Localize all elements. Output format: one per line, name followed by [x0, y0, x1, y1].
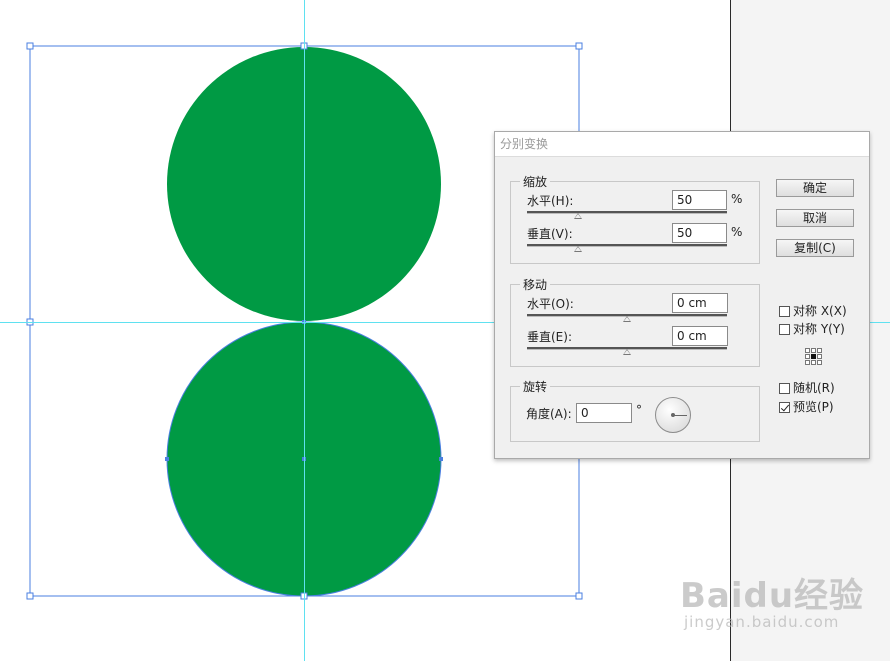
- reflect-y-checkbox-box[interactable]: [779, 324, 790, 335]
- move-vertical-slider-thumb[interactable]: [623, 349, 631, 355]
- reflect-y-label: 对称 Y(Y): [793, 322, 845, 336]
- transform-each-dialog: 分别变换 缩放 水平(H): 50 % 垂直(V): 50 % 移动 水平(O)…: [494, 131, 870, 459]
- preview-checkbox-box[interactable]: [779, 402, 790, 413]
- scale-vertical-slider-thumb[interactable]: [574, 246, 582, 252]
- dial-hub: [671, 413, 675, 417]
- guide-vertical[interactable]: [304, 0, 305, 661]
- scale-horizontal-slider-thumb[interactable]: [574, 213, 582, 219]
- scale-vertical-slider-track[interactable]: [527, 244, 727, 247]
- watermark-main: Baidu经验: [680, 576, 865, 616]
- baidu-watermark: Baidu经验 jingyan.baidu.com: [680, 568, 864, 631]
- rotation-angle-dial[interactable]: [655, 397, 691, 433]
- scale-vertical-label: 垂直(V):: [527, 227, 573, 241]
- watermark-url: jingyan.baidu.com: [684, 613, 840, 631]
- reflect-x-checkbox[interactable]: 对称 X(X): [779, 303, 847, 319]
- move-horizontal-input[interactable]: 0 cm: [672, 293, 728, 313]
- copy-button[interactable]: 复制(C): [776, 239, 854, 257]
- reference-point-locator-icon[interactable]: [805, 348, 822, 365]
- reflect-y-checkbox[interactable]: 对称 Y(Y): [779, 321, 845, 337]
- rotate-angle-label: 角度(A):: [526, 407, 572, 421]
- handle-top-left: [26, 42, 34, 50]
- scale-horizontal-label: 水平(H):: [527, 194, 574, 208]
- random-label: 随机(R): [793, 381, 835, 395]
- cancel-button[interactable]: 取消: [776, 209, 854, 227]
- scale-horizontal-slider-track[interactable]: [527, 211, 727, 214]
- reflect-x-checkbox-box[interactable]: [779, 306, 790, 317]
- scale-group: 缩放: [510, 173, 760, 264]
- handle-bottom-left: [26, 592, 34, 600]
- random-checkbox[interactable]: 随机(R): [779, 380, 835, 396]
- rotate-angle-input[interactable]: 0: [576, 403, 632, 423]
- rotate-angle-unit: °: [636, 403, 642, 417]
- move-legend: 移动: [523, 278, 548, 292]
- handle-top-right: [575, 42, 583, 50]
- scale-legend: 缩放: [523, 175, 548, 189]
- move-vertical-label: 垂直(E):: [527, 330, 572, 344]
- rotate-legend: 旋转: [523, 380, 548, 394]
- scale-horizontal-input[interactable]: 50: [672, 190, 727, 210]
- move-vertical-input[interactable]: 0 cm: [672, 326, 728, 346]
- handle-bottom-right: [575, 592, 583, 600]
- random-checkbox-box[interactable]: [779, 383, 790, 394]
- preview-checkbox[interactable]: 预览(P): [779, 399, 834, 415]
- scale-vertical-unit: %: [731, 225, 743, 239]
- reflect-x-label: 对称 X(X): [793, 304, 847, 318]
- ok-button[interactable]: 确定: [776, 179, 854, 197]
- dial-needle: [674, 415, 687, 416]
- scale-horizontal-unit: %: [731, 192, 743, 206]
- dialog-title[interactable]: 分别变换: [495, 132, 869, 157]
- move-group: 移动: [510, 276, 760, 367]
- preview-label: 预览(P): [793, 400, 834, 414]
- scale-vertical-input[interactable]: 50: [672, 223, 727, 243]
- move-horizontal-label: 水平(O):: [527, 297, 574, 311]
- move-horizontal-slider-thumb[interactable]: [623, 316, 631, 322]
